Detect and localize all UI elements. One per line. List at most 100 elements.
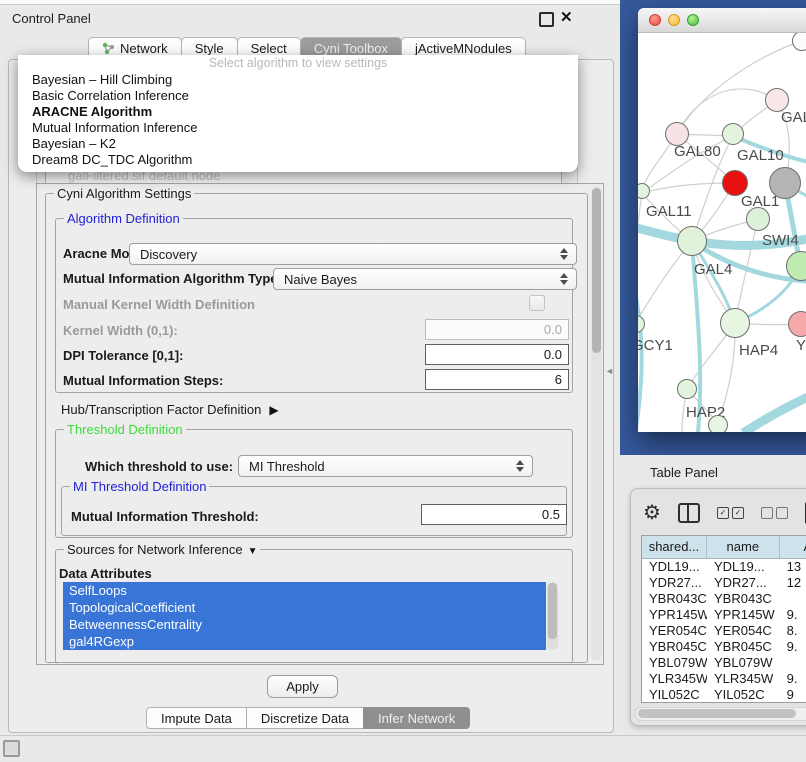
mi-threshold-input[interactable]: 0.5 <box>421 504 567 525</box>
network-node-hap4[interactable] <box>720 308 750 338</box>
table-cell: YBL079W <box>707 655 780 671</box>
tab-label: Cyni Toolbox <box>314 41 388 56</box>
table-cell: YBR043C <box>707 591 780 607</box>
dpi-tolerance-input[interactable]: 0.0 <box>425 344 569 365</box>
column-header[interactable]: shared... <box>642 536 707 558</box>
mi-steps-label: Mutual Information Steps: <box>63 373 223 388</box>
settings-scrollbar-thumb[interactable] <box>592 188 601 353</box>
network-window-titlebar[interactable] <box>638 8 806 33</box>
network-node[interactable] <box>769 167 801 199</box>
settings-scroll-area: Cyni Algorithm Settings Algorithm Defini… <box>36 183 604 665</box>
float-panel-icon[interactable] <box>539 12 554 27</box>
table-row[interactable]: YDL19...YDL19...13 <box>642 559 806 575</box>
table-row[interactable]: YBR045CYBR045C9. <box>642 639 806 655</box>
unchecked-boxes-icon[interactable] <box>761 507 788 519</box>
table-cell: 9. <box>780 607 806 623</box>
table-row[interactable]: YER054CYER054C8. <box>642 623 806 639</box>
table-row[interactable]: YBL079WYBL079W <box>642 655 806 671</box>
gear-icon[interactable]: ⚙ <box>643 502 661 524</box>
sources-group-title[interactable]: Sources for Network Inference▼ <box>64 542 260 557</box>
network-node-gcy1[interactable] <box>638 315 645 333</box>
bottom-tab-infer-network[interactable]: Infer Network <box>363 707 470 729</box>
settings-scrollbar[interactable] <box>591 186 602 660</box>
table-cell: YER054C <box>707 623 780 639</box>
attribute-item[interactable]: BetweennessCentrality <box>63 616 546 633</box>
dropdown-item[interactable]: ARACNE Algorithm <box>18 104 578 120</box>
control-panel-title: Control Panel <box>12 11 91 26</box>
column-header[interactable]: A <box>780 536 806 558</box>
combo-stepper-icon[interactable] <box>556 248 576 260</box>
dropdown-item[interactable]: Mutual Information Inference <box>18 120 578 136</box>
kernel-width-input[interactable]: 0.0 <box>425 319 569 340</box>
dropdown-item[interactable]: Bayesian – Hill Climbing <box>18 72 578 88</box>
close-window-icon[interactable] <box>649 14 661 26</box>
network-node-gal10[interactable] <box>722 123 744 145</box>
panel-splitter-handle[interactable]: ◄ <box>605 366 614 376</box>
network-canvas[interactable]: GALGAL80GAL10GAL11GAL1GAL4SWI4GCY1HAP4YH… <box>638 33 806 432</box>
table-cell <box>780 655 806 671</box>
network-node-gal11[interactable] <box>638 183 650 199</box>
network-node-swi4[interactable] <box>786 251 806 281</box>
table-cell: YIL052C <box>642 687 707 703</box>
column-header[interactable]: name <box>707 536 780 558</box>
aracne-mode-value: Discovery <box>130 247 556 262</box>
aracne-mode-combo[interactable]: Discovery <box>129 243 577 265</box>
dropdown-item[interactable]: Basic Correlation Inference <box>18 88 578 104</box>
which-threshold-label: Which threshold to use: <box>85 459 233 474</box>
attribute-item[interactable]: TopologicalCoefficient <box>63 599 546 616</box>
mi-steps-input[interactable]: 6 <box>425 369 569 390</box>
apply-button[interactable]: Apply <box>267 675 338 698</box>
zoom-window-icon[interactable] <box>687 14 699 26</box>
node-table: shared...nameA YDL19...YDL19...13YDR27..… <box>641 535 806 703</box>
node-label: GAL80 <box>674 143 721 160</box>
node-label: GCY1 <box>638 337 673 354</box>
split-columns-icon[interactable] <box>678 503 700 523</box>
attribute-item[interactable]: gal4RGexp <box>63 633 546 650</box>
table-row[interactable]: YBR043CYBR043C <box>642 591 806 607</box>
table-row[interactable]: YIL052CYIL052C9 <box>642 687 806 703</box>
network-node-gal1[interactable] <box>746 207 770 231</box>
table-cell: YER054C <box>642 623 707 639</box>
mi-type-combo[interactable]: Naive Bayes <box>273 268 577 290</box>
bottom-tab-impute-data[interactable]: Impute Data <box>146 707 247 729</box>
dropdown-item[interactable]: Dream8 DC_TDC Algorithm <box>18 152 578 168</box>
minimize-window-icon[interactable] <box>668 14 680 26</box>
network-node-hap2[interactable] <box>677 379 697 399</box>
collapsed-panel-button[interactable] <box>3 740 20 757</box>
table-cell: 8. <box>780 623 806 639</box>
network-node[interactable] <box>792 33 806 51</box>
table-cell: YBL079W <box>642 655 707 671</box>
node-label: GAL <box>781 109 806 126</box>
checked-boxes-icon[interactable]: ✓✓ <box>717 507 744 519</box>
table-cell: YLR345W <box>642 671 707 687</box>
manual-kernel-label: Manual Kernel Width Definition <box>63 297 255 312</box>
data-attributes-list: SelfLoopsTopologicalCoefficientBetweenne… <box>63 582 546 650</box>
which-threshold-combo[interactable]: MI Threshold <box>238 455 533 477</box>
table-row[interactable]: YPR145WYPR145W9. <box>642 607 806 623</box>
network-node-y[interactable] <box>788 311 806 337</box>
attribute-item[interactable]: SelfLoops <box>63 582 546 599</box>
mi-threshold-group-title: MI Threshold Definition <box>70 479 209 494</box>
table-row[interactable]: YDR27...YDR27...12 <box>642 575 806 591</box>
bottom-tab-discretize-data[interactable]: Discretize Data <box>246 707 364 729</box>
dropdown-item[interactable]: Bayesian – K2 <box>18 136 578 152</box>
table-horizontal-scrollbar[interactable] <box>635 707 806 721</box>
hub-definition-expander[interactable]: Hub/Transcription Factor Definition▶ <box>61 402 279 417</box>
manual-kernel-checkbox[interactable] <box>529 295 545 311</box>
tab-label: jActiveMNodules <box>415 41 512 56</box>
algorithm-dropdown-placeholder: Select algorithm to view settings <box>18 55 578 72</box>
combo-stepper-icon[interactable] <box>512 460 532 472</box>
attributes-scrollbar[interactable] <box>547 582 558 650</box>
combo-stepper-icon[interactable] <box>556 273 576 285</box>
table-row[interactable]: YLR345WYLR345W9. <box>642 671 806 687</box>
kernel-width-label: Kernel Width (0,1): <box>63 323 178 338</box>
network-node[interactable] <box>708 415 728 432</box>
table-cell: YDL19... <box>707 559 780 575</box>
table-scrollbar-thumb[interactable] <box>638 709 796 718</box>
desktop-background: GALGAL80GAL10GAL11GAL1GAL4SWI4GCY1HAP4YH… <box>620 0 806 455</box>
network-node-gal4[interactable] <box>677 226 707 256</box>
data-attributes-label: Data Attributes <box>59 566 152 581</box>
node-label: Y <box>796 337 806 354</box>
node-label: SWI4 <box>762 232 799 249</box>
close-panel-icon[interactable]: ✕ <box>560 8 573 26</box>
